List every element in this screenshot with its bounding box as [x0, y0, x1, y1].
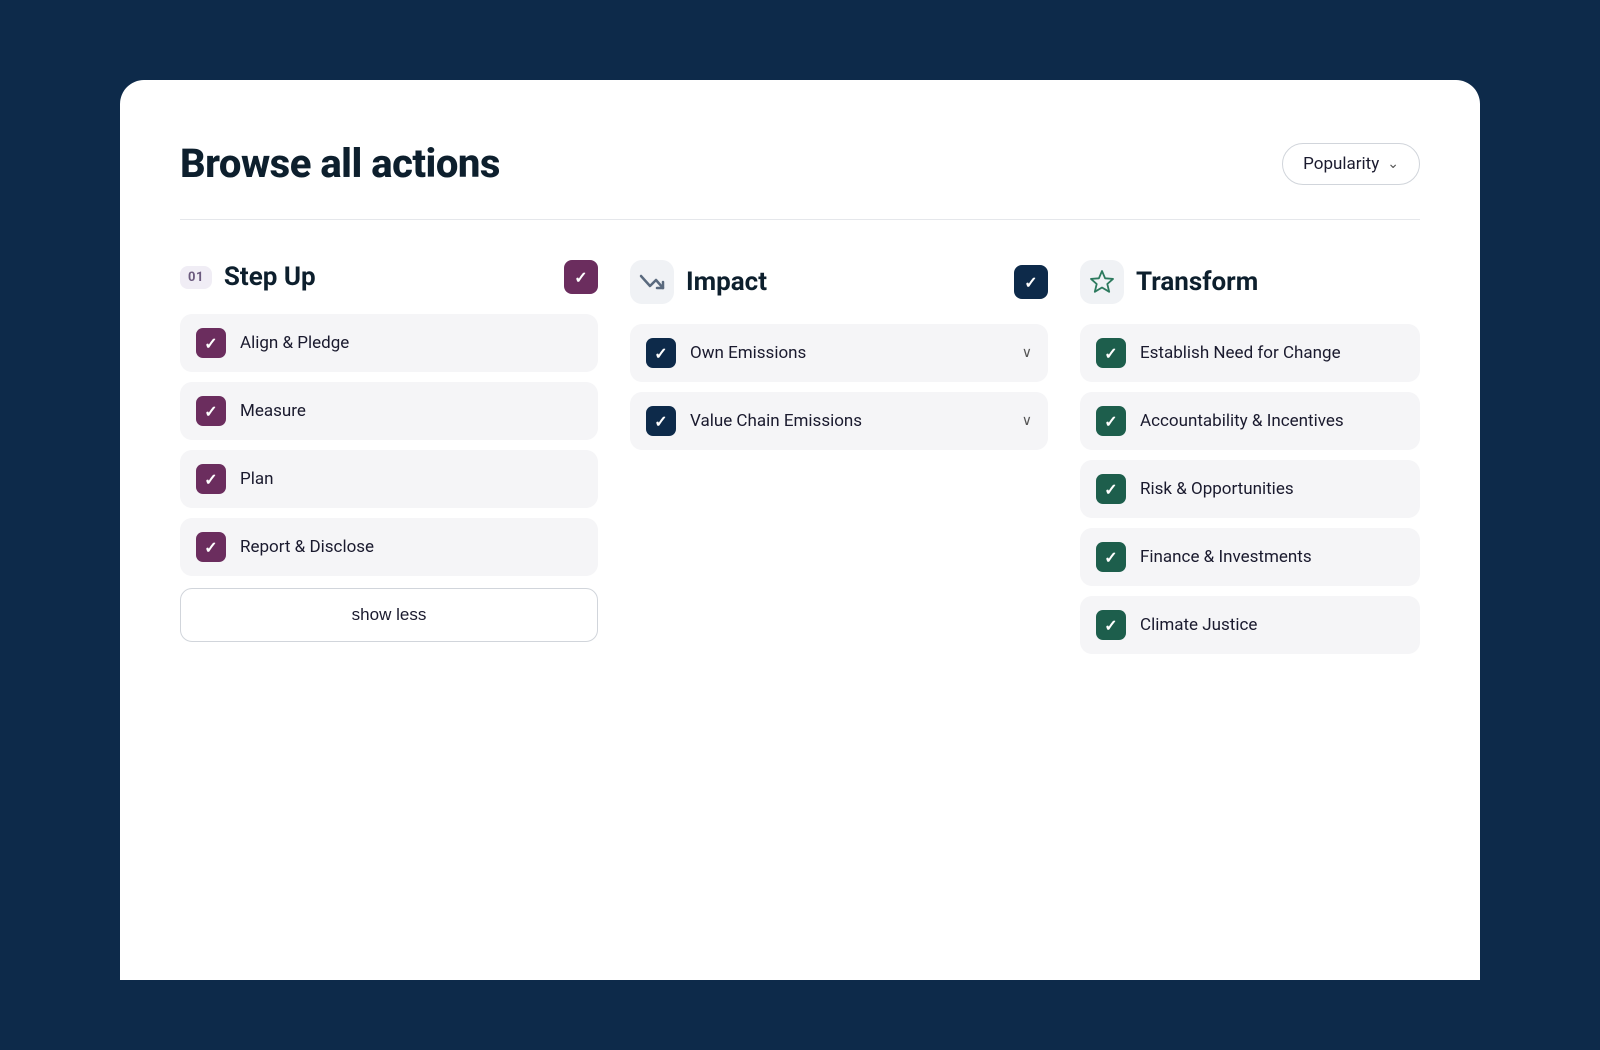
item-checkbox: ✓: [196, 396, 226, 426]
show-less-button[interactable]: show less: [180, 588, 598, 642]
column-transform-header: Transform: [1080, 260, 1420, 304]
list-item[interactable]: ✓ Finance & Investments: [1080, 528, 1420, 586]
list-item[interactable]: ✓ Align & Pledge: [180, 314, 598, 372]
impact-items-list: ✓ Own Emissions ∨ ✓ Value Chain Emission…: [630, 324, 1048, 450]
check-icon: ✓: [654, 344, 667, 363]
check-icon: ✓: [1024, 273, 1037, 292]
main-card: Browse all actions Popularity ⌄ 01 Step …: [120, 80, 1480, 980]
check-icon: ✓: [1104, 480, 1117, 499]
item-label: Risk & Opportunities: [1140, 479, 1404, 499]
list-item[interactable]: ✓ Risk & Opportunities: [1080, 460, 1420, 518]
item-checkbox: ✓: [646, 406, 676, 436]
item-checkbox: ✓: [196, 532, 226, 562]
impact-column-checkbox[interactable]: ✓: [1014, 265, 1048, 299]
list-item[interactable]: ✓ Plan: [180, 450, 598, 508]
list-item[interactable]: ✓ Establish Need for Change: [1080, 324, 1420, 382]
list-item[interactable]: ✓ Own Emissions ∨: [630, 324, 1048, 382]
list-item[interactable]: ✓ Accountability & Incentives: [1080, 392, 1420, 450]
list-item[interactable]: ✓ Climate Justice: [1080, 596, 1420, 654]
trend-down-icon: [638, 268, 666, 296]
check-icon: ✓: [204, 334, 217, 353]
item-label: Accountability & Incentives: [1140, 411, 1404, 431]
item-checkbox: ✓: [646, 338, 676, 368]
check-icon: ✓: [654, 412, 667, 431]
impact-icon-badge: [630, 260, 674, 304]
item-checkbox: ✓: [1096, 338, 1126, 368]
item-label: Measure: [240, 401, 582, 421]
list-item[interactable]: ✓ Report & Disclose: [180, 518, 598, 576]
item-label: Report & Disclose: [240, 537, 582, 557]
check-icon: ✓: [204, 470, 217, 489]
transform-items-list: ✓ Establish Need for Change ✓ Accountabi…: [1080, 324, 1420, 654]
column-step-up: 01 Step Up ✓ ✓ Align & Pledge ✓ Mea: [180, 260, 598, 642]
step-up-column-checkbox[interactable]: ✓: [564, 260, 598, 294]
chevron-down-icon: ⌄: [1387, 156, 1399, 172]
item-checkbox: ✓: [1096, 474, 1126, 504]
item-checkbox: ✓: [1096, 542, 1126, 572]
chevron-down-icon: ∨: [1022, 345, 1032, 361]
step-up-number-badge: 01: [180, 266, 212, 289]
item-label: Climate Justice: [1140, 615, 1404, 635]
check-icon: ✓: [204, 538, 217, 557]
check-icon: ✓: [1104, 412, 1117, 431]
check-icon: ✓: [204, 402, 217, 421]
step-up-title: Step Up: [224, 262, 316, 292]
transform-icon-badge: [1080, 260, 1124, 304]
step-up-items-list: ✓ Align & Pledge ✓ Measure ✓ Plan: [180, 314, 598, 576]
header-divider: [180, 219, 1420, 220]
item-checkbox: ✓: [1096, 610, 1126, 640]
item-label: Value Chain Emissions: [690, 411, 1008, 431]
column-step-up-header: 01 Step Up ✓: [180, 260, 598, 294]
check-icon: ✓: [1104, 344, 1117, 363]
item-label: Align & Pledge: [240, 333, 582, 353]
columns-container: 01 Step Up ✓ ✓ Align & Pledge ✓ Mea: [180, 260, 1420, 654]
impact-title: Impact: [686, 267, 767, 297]
star-icon: [1088, 268, 1116, 296]
check-icon: ✓: [1104, 548, 1117, 567]
list-item[interactable]: ✓ Value Chain Emissions ∨: [630, 392, 1048, 450]
item-label: Finance & Investments: [1140, 547, 1404, 567]
check-icon: ✓: [1104, 616, 1117, 635]
header-row: Browse all actions Popularity ⌄: [180, 140, 1420, 187]
page-title: Browse all actions: [180, 140, 500, 187]
sort-dropdown[interactable]: Popularity ⌄: [1282, 143, 1420, 185]
chevron-down-icon: ∨: [1022, 413, 1032, 429]
transform-title: Transform: [1136, 267, 1258, 297]
item-checkbox: ✓: [1096, 406, 1126, 436]
sort-label: Popularity: [1303, 154, 1379, 174]
column-transform: Transform ✓ Establish Need for Change ✓ …: [1080, 260, 1420, 654]
item-label: Establish Need for Change: [1140, 343, 1404, 363]
column-impact-header: Impact ✓: [630, 260, 1048, 304]
item-label: Own Emissions: [690, 343, 1008, 363]
column-impact: Impact ✓ ✓ Own Emissions ∨ ✓ Valu: [630, 260, 1048, 450]
item-label: Plan: [240, 469, 582, 489]
list-item[interactable]: ✓ Measure: [180, 382, 598, 440]
item-checkbox: ✓: [196, 464, 226, 494]
check-icon: ✓: [574, 268, 587, 287]
item-checkbox: ✓: [196, 328, 226, 358]
